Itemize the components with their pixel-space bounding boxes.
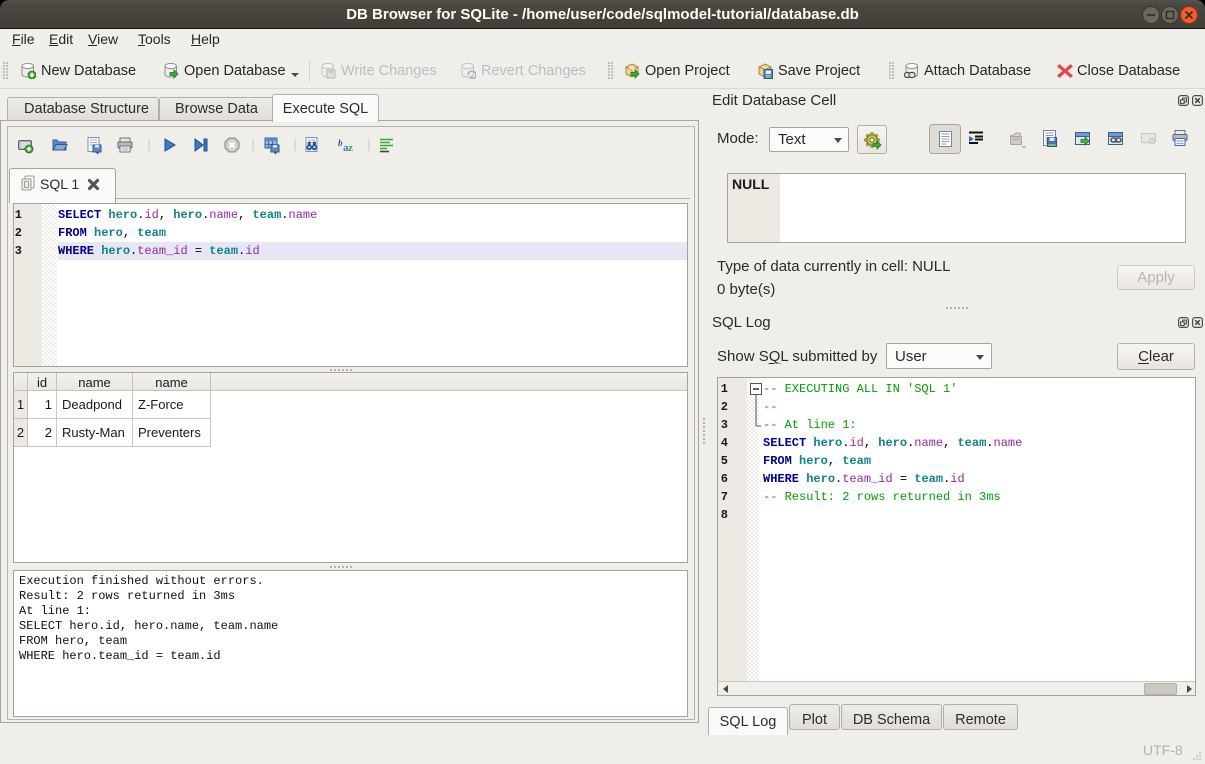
svg-text:z: z — [348, 142, 353, 154]
